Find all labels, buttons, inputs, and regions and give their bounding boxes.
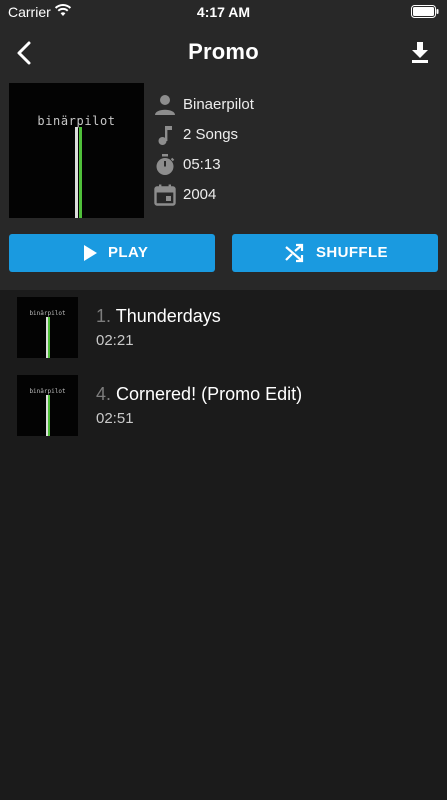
timer-icon: [156, 154, 175, 175]
album-cover-logo: binärpilot: [37, 114, 116, 128]
artist-name: Binaerpilot: [183, 96, 254, 113]
song-title-line: 1. Thunderdays: [96, 306, 221, 327]
song-row[interactable]: binärpilot 4. Cornered! (Promo Edit) 02:…: [0, 375, 447, 445]
music-note-icon: [158, 126, 172, 145]
play-icon: [84, 245, 97, 261]
calendar-icon: [154, 184, 176, 206]
cover-line-green: [79, 127, 82, 218]
song-thumbnail: binärpilot: [17, 297, 78, 358]
play-label: PLAY: [108, 244, 149, 261]
status-bar: Carrier 4:17 AM: [0, 0, 447, 24]
album-cover: binärpilot: [9, 83, 144, 218]
track-number: 4.: [96, 384, 112, 404]
album-year: 2004: [183, 186, 217, 203]
status-time: 4:17 AM: [196, 4, 251, 20]
play-button[interactable]: PLAY: [9, 234, 215, 272]
download-button[interactable]: [409, 40, 431, 64]
person-icon: [155, 95, 175, 115]
album-duration: 05:13: [183, 156, 221, 173]
song-title-line: 4. Cornered! (Promo Edit): [96, 384, 302, 405]
song-thumbnail-logo: binärpilot: [29, 310, 66, 317]
thumb-line-green: [48, 317, 50, 358]
track-number: 1.: [96, 306, 112, 326]
song-duration: 02:51: [96, 410, 134, 427]
song-thumbnail-logo: binärpilot: [29, 388, 66, 395]
song-count: 2 Songs: [183, 126, 239, 143]
song-duration: 02:21: [96, 332, 134, 349]
shuffle-label: SHUFFLE: [316, 244, 388, 261]
shuffle-icon: [285, 243, 304, 263]
battery-icon: [411, 5, 439, 18]
thumb-line-green: [48, 395, 50, 436]
page-title: Promo: [188, 39, 259, 64]
song-title: Cornered! (Promo Edit): [116, 384, 303, 404]
album-header: Promo binärpilot Binaerpilot 2 Songs 05:…: [0, 24, 447, 290]
cover-line-white: [75, 127, 78, 218]
shuffle-button[interactable]: SHUFFLE: [232, 234, 438, 272]
song-thumbnail: binärpilot: [17, 375, 78, 436]
song-title: Thunderdays: [115, 306, 221, 326]
song-row[interactable]: binärpilot 1. Thunderdays 02:21: [0, 297, 447, 367]
